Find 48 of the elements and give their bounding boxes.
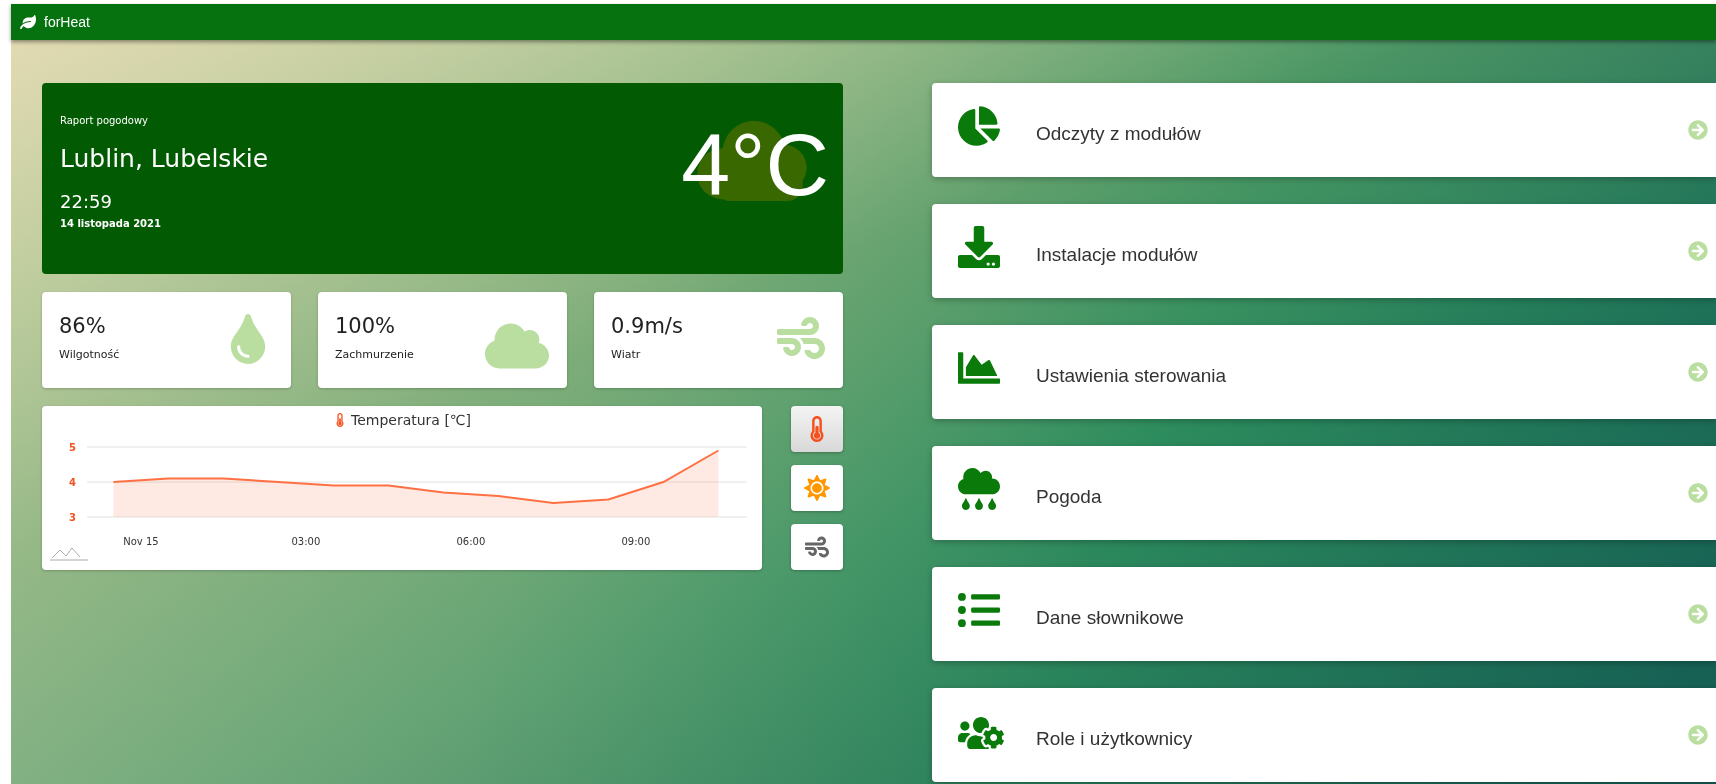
chart-toggle-button[interactable] <box>791 406 843 452</box>
menu-label: Pogoda <box>1036 485 1103 508</box>
chart-toggle-button[interactable] <box>791 465 843 511</box>
y-tick-label: 5 <box>69 442 76 453</box>
stat-value: 100% <box>335 314 397 338</box>
menu-label: Role i użytkownicy <box>1036 727 1194 750</box>
menu-card[interactable]: Dane słownikowe <box>932 567 1716 661</box>
wind-icon <box>805 535 829 559</box>
app-title: forHeat <box>44 14 90 30</box>
menu-card[interactable]: Odczyty z modułów <box>932 83 1716 177</box>
arrow-right-icon <box>1688 483 1708 503</box>
time-text: 22:59 <box>60 191 113 212</box>
menu-card[interactable]: Instalacje modułów <box>932 204 1716 298</box>
menu-label: Odczyty z modułów <box>1036 122 1202 145</box>
stat-value: 86% <box>59 314 107 338</box>
menu-label: Instalacje modułów <box>1036 243 1199 266</box>
wind-icon <box>777 314 825 362</box>
menu-label: Ustawienia sterowania <box>1036 364 1228 387</box>
x-tick-label: 06:00 <box>456 536 486 547</box>
rain-cloud-icon <box>958 468 1000 510</box>
stat-label: Wiatr <box>611 348 642 361</box>
arrow-right-icon <box>1688 241 1708 261</box>
menu-card[interactable]: Role i użytkownicy <box>932 688 1716 782</box>
menu-card[interactable]: Ustawienia sterowania <box>932 325 1716 419</box>
x-tick-label: Nov 15 <box>123 536 159 547</box>
arrow-right-icon <box>1688 725 1708 745</box>
stat-value: 0.9m/s <box>611 314 683 338</box>
download-icon <box>958 226 1000 268</box>
report-label: Raport pogodowy <box>60 115 150 126</box>
stat-label: Zachmurzenie <box>335 348 414 361</box>
x-tick-label: 09:00 <box>621 536 651 547</box>
menu-label: Dane słownikowe <box>1036 606 1185 629</box>
arrow-right-icon <box>1688 362 1708 382</box>
y-tick-label: 4 <box>69 477 76 488</box>
date-text: 14 listopada 2021 <box>60 218 162 229</box>
city-name: Lublin, Lubelskie <box>60 144 270 173</box>
leaf-icon <box>20 14 36 30</box>
menu-card[interactable]: Pogoda <box>932 446 1716 540</box>
x-tick-label: 03:00 <box>291 536 321 547</box>
sun-icon <box>804 475 830 501</box>
pie-chart-icon <box>958 105 1000 147</box>
arrow-right-icon <box>1688 120 1708 140</box>
arrow-right-icon <box>1688 604 1708 624</box>
chart-title: Temperatura [℃] <box>350 412 472 428</box>
chart-toggle-button[interactable] <box>791 524 843 570</box>
stat-label: Wilgotność <box>59 348 120 361</box>
y-tick-label: 3 <box>69 512 76 523</box>
navigator-icon <box>49 547 89 561</box>
